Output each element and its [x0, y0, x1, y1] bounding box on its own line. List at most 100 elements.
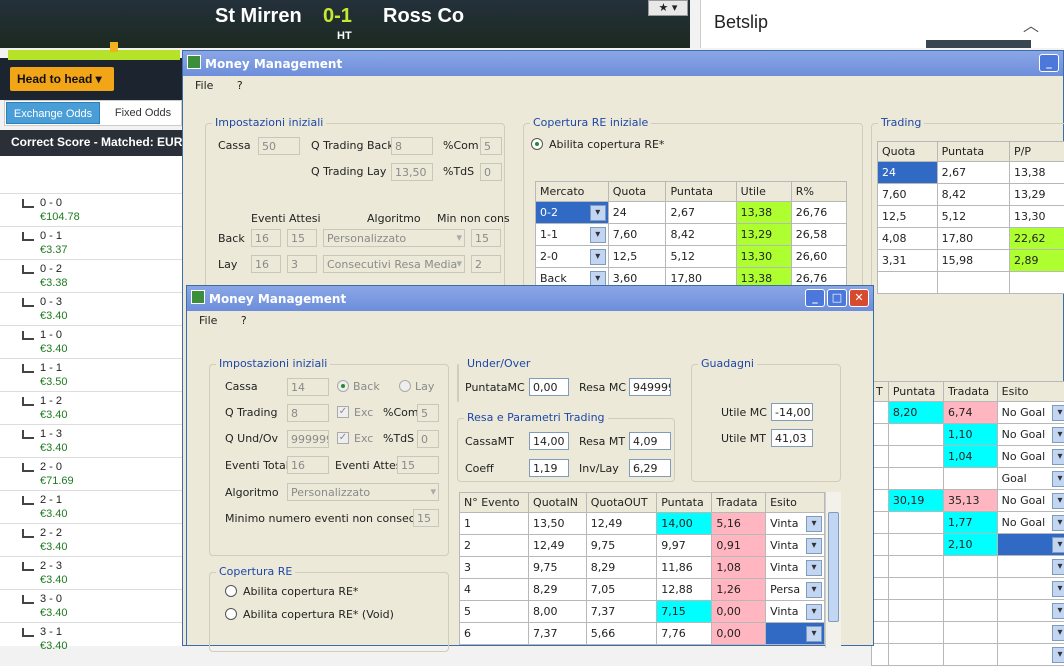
quota-cell[interactable]: 24: [608, 202, 666, 224]
quota-cell[interactable]: [878, 272, 938, 294]
puntata-cell[interactable]: 5,12: [666, 246, 736, 268]
back-algoritmo-select[interactable]: Personalizzato: [323, 229, 465, 247]
cell[interactable]: [766, 623, 825, 645]
mercato-select[interactable]: 1-1: [536, 224, 609, 246]
cell[interactable]: No Goal: [997, 424, 1064, 446]
coeff-field[interactable]: 1,19: [529, 459, 569, 477]
close-button[interactable]: ✕: [849, 289, 869, 307]
qund-ov-field[interactable]: 999999: [287, 430, 329, 448]
quota-cell[interactable]: 4,08: [878, 228, 938, 250]
quota-cell[interactable]: 12,5: [878, 206, 938, 228]
utile-mt-field[interactable]: 41,03: [771, 429, 813, 447]
events-scrollbar[interactable]: [825, 492, 841, 648]
score-row[interactable]: 3 - 0€3.40: [0, 589, 182, 622]
eventi-attesi-field[interactable]: 15: [397, 456, 439, 474]
cell[interactable]: [997, 556, 1064, 578]
com-field[interactable]: 5: [480, 137, 502, 155]
back-eventi-field[interactable]: 16: [251, 229, 281, 247]
score-row[interactable]: 2 - 0€71.69: [0, 457, 182, 490]
head-to-head-button[interactable]: Head to head ▾: [10, 67, 114, 91]
chart-icon[interactable]: [22, 265, 34, 274]
score-row[interactable]: 1 - 1€3.50: [0, 358, 182, 391]
score-row[interactable]: 2 - 3€3.40: [0, 556, 182, 589]
chart-icon[interactable]: [22, 595, 34, 604]
back-attesi-field[interactable]: 15: [287, 229, 317, 247]
cassa-field[interactable]: 14: [287, 378, 329, 396]
algoritmo-select[interactable]: Personalizzato: [287, 483, 439, 501]
resa-mt-field[interactable]: 4,09: [629, 432, 671, 450]
score-row[interactable]: 0 - 0€104.78: [0, 193, 182, 226]
exc-checkbox[interactable]: ✓: [337, 406, 349, 418]
cell[interactable]: [997, 644, 1064, 666]
minimize-button[interactable]: _: [805, 289, 825, 307]
maximize-button[interactable]: □: [827, 289, 847, 307]
mercato-select[interactable]: 0-2: [536, 202, 609, 224]
lay-min-field[interactable]: 2: [471, 255, 501, 273]
cell[interactable]: [997, 534, 1064, 556]
puntata-cell[interactable]: 8,42: [666, 224, 736, 246]
cell[interactable]: Goal: [997, 468, 1064, 490]
re-enable-radio[interactable]: [225, 585, 237, 597]
score-row[interactable]: 1 - 3€3.40: [0, 424, 182, 457]
cell[interactable]: Vinta: [766, 557, 825, 579]
chart-icon[interactable]: [22, 199, 34, 208]
score-row[interactable]: 1 - 2€3.40: [0, 391, 182, 424]
lay-algoritmo-select[interactable]: Consecutivi Resa Media: [323, 255, 465, 273]
cassa-mt-field[interactable]: 14,00: [529, 432, 569, 450]
minimize-button[interactable]: _: [1039, 54, 1059, 72]
chart-icon[interactable]: [22, 562, 34, 571]
tab-exchange-odds[interactable]: Exchange Odds: [6, 102, 100, 124]
cell[interactable]: [997, 622, 1064, 644]
chart-icon[interactable]: [22, 529, 34, 538]
quota-cell[interactable]: 7,60: [608, 224, 666, 246]
cell[interactable]: [997, 578, 1064, 600]
eventi-totali-field[interactable]: 16: [287, 456, 329, 474]
re-void-radio[interactable]: [225, 608, 237, 620]
chart-icon[interactable]: [22, 628, 34, 637]
chart-icon[interactable]: [22, 298, 34, 307]
tab-fixed-odds[interactable]: Fixed Odds: [103, 102, 183, 124]
quota-cell[interactable]: 3,31: [878, 250, 938, 272]
lay-attesi-field[interactable]: 3: [287, 255, 317, 273]
menu-help[interactable]: ?: [225, 76, 251, 92]
scrollbar-thumb[interactable]: [828, 512, 839, 622]
cell[interactable]: Vinta: [766, 513, 825, 535]
chart-icon[interactable]: [22, 463, 34, 472]
score-row[interactable]: 0 - 1€3.37: [0, 226, 182, 259]
cassa-field[interactable]: 50: [258, 137, 300, 155]
cell[interactable]: No Goal: [997, 402, 1064, 424]
chart-icon[interactable]: [22, 397, 34, 406]
lay-radio[interactable]: [399, 380, 411, 392]
chevron-up-icon[interactable]: ︿: [1023, 12, 1039, 36]
chart-icon[interactable]: [22, 232, 34, 241]
cell[interactable]: No Goal: [997, 490, 1064, 512]
quota-cell[interactable]: 7,60: [878, 184, 938, 206]
score-row[interactable]: 1 - 0€3.40: [0, 325, 182, 358]
min-eventi-field[interactable]: 15: [413, 509, 439, 527]
tds-field[interactable]: 0: [480, 163, 502, 181]
favorite-star-icon[interactable]: ★ ▾: [648, 0, 688, 16]
score-row[interactable]: 3 - 1€3.40: [0, 622, 182, 655]
chart-icon[interactable]: [22, 364, 34, 373]
inv-lay-field[interactable]: 6,29: [629, 459, 671, 477]
cell[interactable]: No Goal: [997, 512, 1064, 534]
cell[interactable]: No Goal: [997, 446, 1064, 468]
cell[interactable]: [997, 600, 1064, 622]
chart-icon[interactable]: [22, 496, 34, 505]
chart-icon[interactable]: [22, 430, 34, 439]
score-row[interactable]: 2 - 2€3.40: [0, 523, 182, 556]
resa-mc-field[interactable]: 949999: [629, 378, 671, 396]
menu-file[interactable]: File: [187, 311, 225, 327]
back-radio[interactable]: [337, 380, 349, 392]
puntata-cell[interactable]: 2,67: [666, 202, 736, 224]
cell[interactable]: Vinta: [766, 601, 825, 623]
back-min-field[interactable]: 15: [471, 229, 501, 247]
score-row[interactable]: 0 - 2€3.38: [0, 259, 182, 292]
qtrading-lay-field[interactable]: 13,50: [391, 163, 433, 181]
mercato-select[interactable]: 2-0: [536, 246, 609, 268]
quota-cell[interactable]: 12,5: [608, 246, 666, 268]
quota-cell[interactable]: 24: [878, 162, 938, 184]
utile-mc-field[interactable]: -14,00: [771, 403, 813, 421]
qtrading-field[interactable]: 8: [287, 404, 329, 422]
cell[interactable]: Vinta: [766, 535, 825, 557]
